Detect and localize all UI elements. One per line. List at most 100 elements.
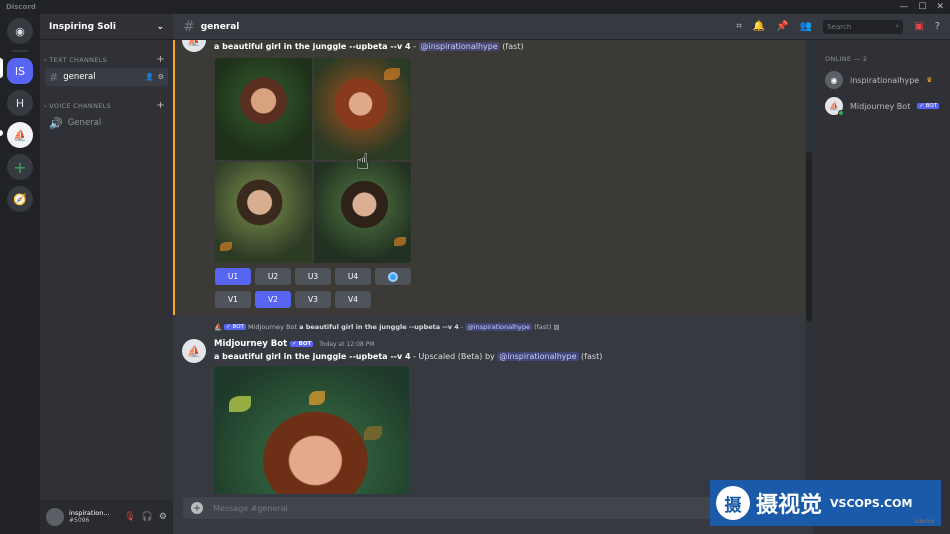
channel-general[interactable]: # general 👤 ⚙ [45, 68, 168, 86]
gear-icon[interactable]: ⚙ [159, 512, 167, 522]
invite-icon[interactable]: 👤 [145, 73, 154, 81]
server-H[interactable]: H [7, 90, 33, 116]
discord-logo-icon: ◉ [830, 75, 838, 85]
user-panel: inspiration... #5096 🎙 🎧 ⚙ [40, 500, 173, 534]
pin-icon[interactable]: 📌 [776, 21, 788, 32]
grid-image-2[interactable] [314, 58, 411, 160]
active-server-pill [0, 58, 3, 78]
guild-header[interactable]: Inspiring Soli ⌄ [40, 14, 173, 40]
message-author: Midjourney Bot ✓ BOT Today at 12:08 PM [214, 339, 374, 349]
home-button[interactable]: ◉ [7, 18, 33, 44]
member-name: Midjourney Bot [850, 101, 911, 111]
message-content: a beautiful girl in the junggle --upbeta… [214, 42, 524, 51]
upscaled-text: - Upscaled (Beta) by [410, 352, 498, 361]
gear-icon[interactable]: ⚙ [158, 73, 164, 81]
watermark-en: VSCOPS.COM [830, 496, 913, 510]
grid-image-1[interactable] [215, 58, 312, 160]
mute-mic-icon[interactable]: 🎙 [124, 512, 135, 522]
v3-button[interactable]: V3 [295, 291, 331, 308]
online-status-icon [838, 110, 844, 116]
v2-button[interactable]: V2 [255, 291, 291, 308]
watermark: 摄 摄视觉 VSCOPS.COM [710, 480, 941, 526]
member-item[interactable]: ⛵ Midjourney Bot ✓ BOT [825, 97, 940, 116]
threads-icon[interactable]: ⌗ [736, 21, 742, 32]
reply-reference[interactable]: ⛵ ✓ BOT Midjourney Bot a beautiful girl … [214, 323, 560, 331]
voice-channel-general[interactable]: 🔊 General [45, 114, 168, 132]
avatar[interactable]: ⛵ [182, 339, 206, 363]
prompt-text: a beautiful girl in the junggle --upbeta… [214, 352, 411, 361]
server-label: H [15, 96, 25, 110]
timestamp: Today at 12:08 PM [319, 341, 375, 348]
create-channel-icon[interactable]: + [156, 100, 165, 111]
u4-button[interactable]: U4 [335, 268, 371, 285]
headphones-icon[interactable]: 🎧 [142, 512, 153, 522]
server-separator [12, 50, 28, 52]
bell-icon[interactable]: 🔔 [753, 21, 765, 32]
title-bar: Discord — ☐ ✕ [0, 0, 950, 14]
member-name: inspirationalhype [850, 75, 920, 85]
sailboat-icon: ⛵ [13, 128, 27, 142]
variation-button-row: V1 V2 V3 V4 [215, 291, 371, 308]
server-list: ◉ IS H ⛵ + 🧭 [0, 14, 40, 534]
scrollbar[interactable] [805, 40, 813, 494]
grid-image-3[interactable] [215, 161, 312, 263]
avatar[interactable] [46, 508, 64, 526]
server-IS[interactable]: IS [7, 58, 33, 84]
highlighted-message: ⛵ a beautiful girl in the junggle --upbe… [173, 40, 809, 315]
message-placeholder: Message #general [213, 503, 288, 513]
reply-speed: (fast) [532, 323, 552, 331]
category-voice-channels[interactable]: › VOICE CHANNELS + [40, 100, 173, 111]
search-icon: ⌕ [895, 22, 900, 30]
author-name[interactable]: Midjourney Bot [214, 339, 287, 349]
reply-avatar: ⛵ [214, 323, 225, 331]
crown-icon: ♛ [926, 76, 933, 84]
speed-text: (fast) [499, 42, 524, 51]
compass-icon: 🧭 [13, 192, 27, 206]
v1-button[interactable]: V1 [215, 291, 251, 308]
create-channel-icon[interactable]: + [156, 54, 165, 65]
sailboat-icon: ⛵ [187, 40, 201, 47]
user-mention[interactable]: @inspirationalhype [497, 352, 579, 361]
close-button[interactable]: ✕ [936, 2, 944, 12]
u1-button[interactable]: U1 [215, 268, 251, 285]
u3-button[interactable]: U3 [295, 268, 331, 285]
v4-button[interactable]: V4 [335, 291, 371, 308]
channel-title: general [200, 21, 240, 32]
u2-button[interactable]: U2 [255, 268, 291, 285]
members-icon[interactable]: 👥 [800, 21, 812, 32]
image-grid[interactable] [215, 58, 411, 263]
maximize-button[interactable]: ☐ [918, 2, 926, 12]
plus-icon: + [13, 157, 27, 177]
upscaled-image[interactable] [214, 366, 409, 494]
message-list: ⛵ a beautiful girl in the junggle --upbe… [173, 40, 813, 494]
user-mention[interactable]: @inspirationalhype [418, 42, 500, 51]
server-sail[interactable]: ⛵ [7, 122, 33, 148]
explore-servers-button[interactable]: 🧭 [7, 186, 33, 212]
inbox-icon[interactable]: ▣ [914, 21, 923, 32]
add-server-button[interactable]: + [7, 154, 33, 180]
category-label: › TEXT CHANNELS [44, 55, 108, 64]
member-item[interactable]: ◉ inspirationalhype ♛ [825, 71, 940, 89]
prompt-text: a beautiful girl in the junggle --upbeta… [214, 42, 411, 51]
app-name: Discord [6, 3, 36, 11]
avatar[interactable]: ⛵ [182, 40, 206, 52]
scrollbar-thumb[interactable] [806, 152, 812, 322]
attach-plus-icon[interactable]: + [191, 502, 203, 514]
speed-text: (fast) [578, 352, 603, 361]
chevron-down-icon: ⌄ [156, 21, 164, 32]
bot-badge: ✓ BOT [917, 103, 940, 109]
watermark-sub: udemy [914, 518, 935, 525]
speaker-icon: 🔊 [49, 116, 63, 130]
category-text-channels[interactable]: › TEXT CHANNELS + [40, 54, 173, 65]
image-icon: ▨ [553, 323, 560, 331]
bot-badge: ✓ BOT [290, 340, 314, 347]
search-input[interactable]: Search ⌕ [823, 19, 904, 34]
channel-name: General [67, 118, 102, 128]
user-tag: #5096 [69, 517, 90, 525]
minimize-button[interactable]: — [899, 2, 908, 12]
online-heading: ONLINE — 2 [825, 55, 868, 63]
help-icon[interactable]: ? [935, 21, 940, 32]
reply-mention: @inspirationalhype [465, 323, 533, 331]
reroll-button[interactable] [375, 268, 411, 285]
grid-image-4[interactable] [314, 161, 411, 263]
